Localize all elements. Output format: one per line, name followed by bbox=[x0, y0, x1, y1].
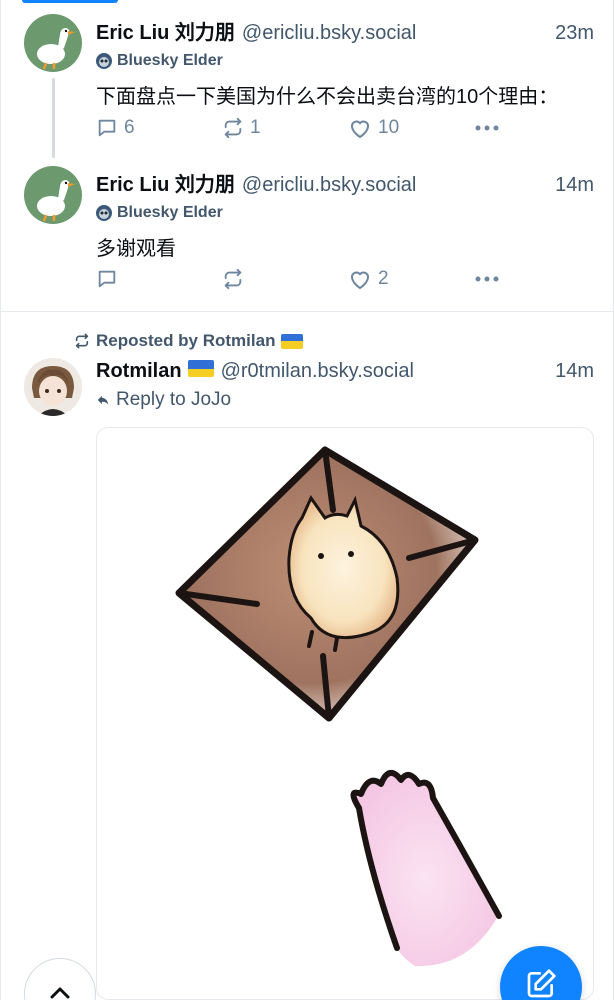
badge-avatar-icon bbox=[96, 53, 112, 69]
like-button[interactable]: 10 bbox=[348, 117, 399, 139]
post-text: 下面盘点一下美国为什么不会出卖台湾的10个理由： bbox=[96, 86, 559, 108]
goose-avatar-icon bbox=[24, 166, 82, 224]
compose-icon bbox=[527, 969, 556, 998]
post-timestamp[interactable]: 14m bbox=[555, 360, 594, 383]
author-handle[interactable]: @ericliu.bsky.social bbox=[242, 22, 416, 45]
repost-icon bbox=[224, 268, 242, 290]
verification-badge: Bluesky Elder bbox=[96, 204, 223, 222]
like-count: 10 bbox=[378, 117, 400, 138]
reply-context[interactable]: Reply to JoJo bbox=[96, 389, 231, 411]
repost-label: Reposted by Rotmilan bbox=[96, 331, 276, 350]
badge-avatar-icon bbox=[96, 205, 112, 221]
heart-icon bbox=[351, 271, 369, 289]
avatar[interactable] bbox=[24, 14, 82, 72]
reply-to-label: Reply to JoJo bbox=[116, 389, 232, 410]
verification-badge: Bluesky Elder bbox=[96, 52, 223, 70]
scroll-to-top-button[interactable] bbox=[24, 958, 96, 1000]
author-display-name[interactable]: Rotmilan bbox=[96, 360, 182, 383]
badge-label: Bluesky Elder bbox=[117, 204, 223, 221]
reply-button[interactable] bbox=[96, 268, 124, 290]
post-text: 多谢观看 bbox=[96, 238, 176, 260]
more-icon bbox=[475, 276, 499, 282]
like-count: 2 bbox=[378, 268, 389, 289]
post-timestamp[interactable]: 14m bbox=[555, 174, 594, 197]
post-image[interactable] bbox=[96, 427, 594, 1000]
repost-icon bbox=[75, 333, 89, 349]
avatar[interactable] bbox=[24, 166, 82, 224]
ukraine-flag-icon bbox=[281, 333, 304, 349]
chevron-up-icon bbox=[50, 987, 70, 999]
cat-in-box-drawing bbox=[175, 446, 502, 967]
avatar[interactable] bbox=[24, 358, 82, 416]
author-handle[interactable]: @ericliu.bsky.social bbox=[242, 174, 416, 197]
feed-left-border bbox=[0, 0, 1, 1000]
post-divider bbox=[0, 311, 614, 312]
reply-count: 6 bbox=[124, 117, 135, 138]
repost-button[interactable]: 1 bbox=[222, 117, 261, 139]
repost-context[interactable]: Reposted by Rotmilan bbox=[74, 331, 304, 351]
repost-icon bbox=[224, 117, 242, 139]
repost-count: 1 bbox=[250, 117, 261, 138]
reply-button[interactable]: 6 bbox=[96, 117, 135, 139]
more-options-button[interactable] bbox=[474, 117, 500, 139]
author-display-name[interactable]: Eric Liu 刘力朋 bbox=[96, 16, 235, 45]
reply-arrow-icon bbox=[97, 395, 109, 405]
active-tab-indicator bbox=[22, 0, 118, 3]
author-handle[interactable]: @r0tmilan.bsky.social bbox=[221, 360, 414, 383]
badge-label: Bluesky Elder bbox=[117, 52, 223, 69]
comment-icon bbox=[98, 270, 116, 288]
like-button[interactable]: 2 bbox=[348, 268, 389, 290]
thread-connector bbox=[52, 78, 55, 158]
goose-avatar-icon bbox=[24, 14, 82, 72]
more-options-button[interactable] bbox=[474, 268, 500, 290]
more-icon bbox=[475, 125, 499, 131]
anime-avatar-icon bbox=[24, 358, 82, 416]
ukraine-flag-icon bbox=[187, 360, 214, 377]
repost-button[interactable] bbox=[222, 268, 250, 290]
comment-icon bbox=[98, 119, 116, 137]
post-timestamp[interactable]: 23m bbox=[555, 22, 594, 45]
heart-icon bbox=[351, 120, 369, 138]
author-display-name[interactable]: Eric Liu 刘力朋 bbox=[96, 168, 235, 197]
